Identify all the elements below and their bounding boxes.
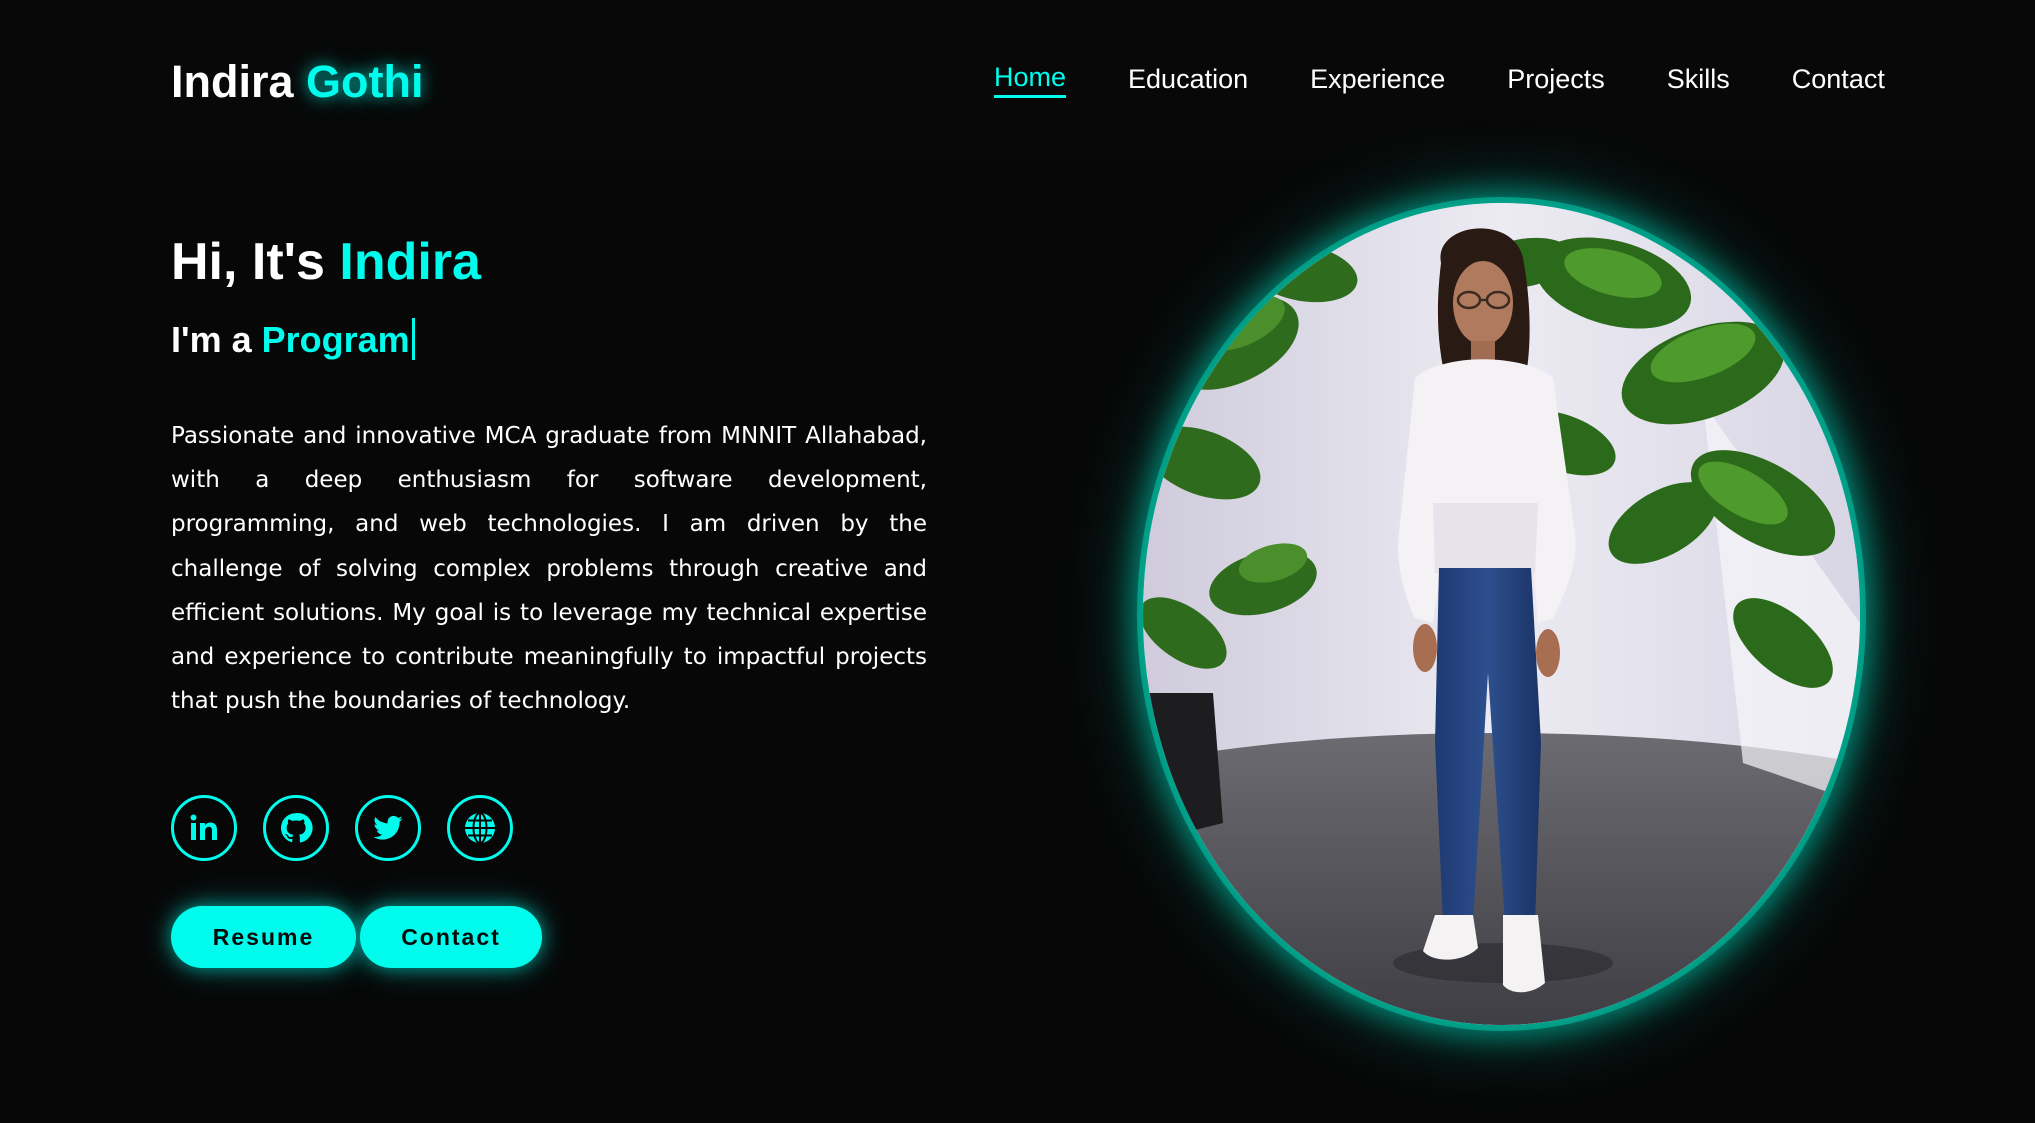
logo-last-name: Gothi	[306, 56, 424, 107]
linkedin-icon	[188, 812, 220, 844]
nav-education[interactable]: Education	[1128, 60, 1248, 98]
linkedin-link[interactable]	[171, 795, 237, 861]
site-header: Indira Gothi Home Education Experience P…	[0, 0, 2035, 160]
globe-icon	[462, 810, 498, 846]
logo-first-name: Indira	[171, 56, 307, 107]
greeting-name: Indira	[339, 233, 481, 291]
greeting-prefix: Hi, It's	[171, 233, 340, 291]
nav-projects[interactable]: Projects	[1507, 60, 1605, 98]
hero-role: I'm a Program	[171, 315, 415, 365]
nav-skills[interactable]: Skills	[1667, 60, 1730, 98]
profile-photo	[1143, 203, 1860, 1025]
nav-contact[interactable]: Contact	[1792, 60, 1885, 98]
contact-button[interactable]: Contact	[360, 906, 542, 968]
resume-button[interactable]: Resume	[171, 906, 356, 968]
logo[interactable]: Indira Gothi	[171, 52, 424, 112]
social-links	[171, 795, 513, 861]
hero-bio: Passionate and innovative MCA graduate f…	[171, 423, 927, 715]
nav-home[interactable]: Home	[994, 60, 1067, 98]
main-nav: Home Education Experience Projects Skill…	[994, 60, 1885, 98]
profile-photo-illustration	[1143, 203, 1860, 1025]
typing-cursor	[411, 318, 415, 360]
twitter-link[interactable]	[355, 795, 421, 861]
website-link[interactable]	[447, 795, 513, 861]
role-typed-text: Program	[261, 319, 410, 360]
twitter-icon	[372, 812, 404, 844]
role-prefix: I'm a	[171, 319, 262, 360]
nav-experience[interactable]: Experience	[1310, 60, 1445, 98]
hero-greeting: Hi, It's Indira	[171, 230, 481, 294]
github-link[interactable]	[263, 795, 329, 861]
github-icon	[279, 811, 313, 845]
hero-actions: Resume Contact	[171, 906, 542, 968]
